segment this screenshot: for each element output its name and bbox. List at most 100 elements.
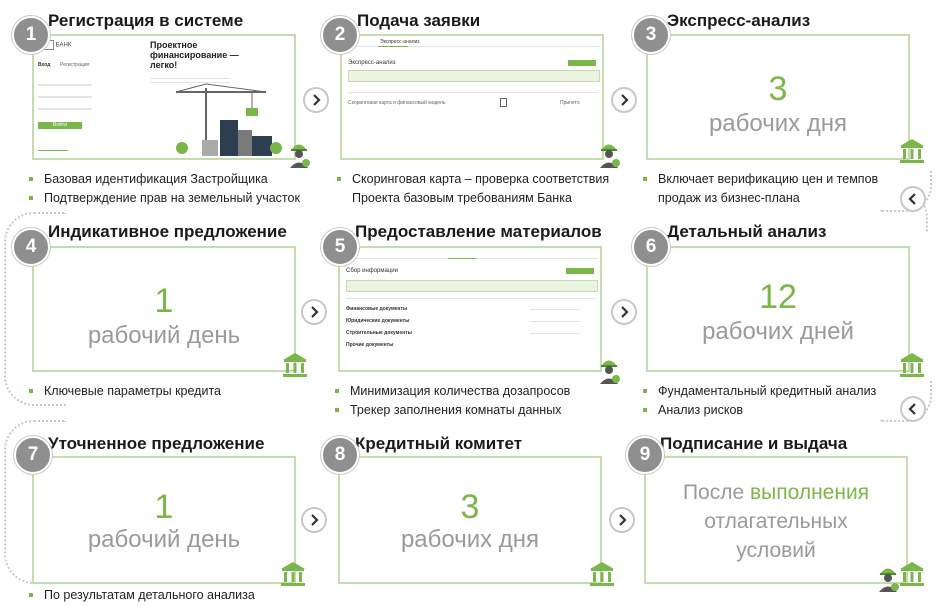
screen-footer-line — [38, 150, 68, 151]
bullet: Фундаментальный кредитный анализ — [642, 382, 876, 401]
step-8-value: 3 — [460, 488, 480, 526]
step-7-title: Уточненное предложение — [48, 434, 265, 453]
step-9-conditions: После выполнения отлагательных условий — [646, 478, 906, 565]
chevron-right-icon — [621, 306, 629, 318]
bank-building-icon — [590, 562, 614, 586]
step-3-panel: 3 рабочих дня — [646, 34, 910, 160]
next-arrow-4[interactable] — [611, 299, 637, 325]
bullet-continuation: Проекта базовым требованиям Банка — [352, 191, 572, 205]
next-arrow-3[interactable] — [301, 299, 327, 325]
bullet: Включает верификацию цен и темпов — [642, 170, 878, 189]
next-arrow-6[interactable] — [609, 507, 635, 533]
promo-line3: легко! — [150, 60, 178, 70]
step-6-bullets: Фундаментальный кредитный анализ Анализ … — [642, 382, 876, 420]
screen-info-box — [346, 280, 598, 292]
conditions-line3: условий — [736, 539, 816, 562]
step-4-value: 1 — [154, 282, 174, 320]
bullet: Подтверждение прав на земельный участок — [28, 189, 300, 208]
step-6-title: Детальный анализ — [667, 222, 827, 241]
progress-track — [530, 309, 580, 310]
chevron-right-icon — [313, 94, 321, 106]
builder-icon — [879, 568, 899, 592]
screen-action-button — [568, 60, 596, 66]
doc-row: Прочие документы — [346, 342, 394, 348]
step-9-badge: 9 — [626, 436, 664, 474]
screen-login-button: Войти — [38, 122, 82, 129]
promo-line2: финансирование — — [150, 50, 239, 60]
screen-section-title: Экспресс-анализ — [348, 60, 396, 66]
bullet: Базовая идентификация Застройщика — [28, 170, 300, 189]
step-3-badge: 3 — [632, 16, 670, 54]
step-2-title: Подача заявки — [357, 11, 481, 30]
chevron-left-icon — [908, 403, 916, 415]
step-3-value: 3 — [768, 70, 788, 108]
bank-building-icon — [900, 562, 924, 586]
promo-text-1 — [150, 78, 230, 79]
bullet: Минимизация количества дозапросов — [334, 382, 570, 401]
screen-action-button — [566, 268, 594, 274]
screen-promo: Проектное финансирование — легко! — [144, 38, 294, 156]
progress-track — [530, 321, 580, 322]
construction-crane-icon — [175, 83, 282, 156]
step-7-value: 1 — [154, 488, 174, 526]
step-1-badge: 1 — [12, 16, 50, 54]
step-2-badge: 2 — [321, 16, 359, 54]
step-7-badge: 7 — [14, 436, 52, 474]
bullet: Ключевые параметры кредита — [28, 382, 221, 401]
next-arrow-5[interactable] — [301, 507, 327, 533]
bank-building-icon — [281, 562, 305, 586]
next-arrow-1[interactable] — [303, 87, 329, 113]
screen-row-status: Принято — [560, 100, 580, 106]
step-5-panel: Сбор информации Финансовые документы Юри… — [338, 246, 602, 372]
bank-building-icon — [900, 139, 924, 163]
chevron-right-icon — [619, 514, 627, 526]
step-4-badge: 4 — [12, 228, 50, 266]
back-arrow-1[interactable] — [900, 186, 926, 212]
bullet: Трекер заполнения комнаты данных — [334, 401, 570, 420]
builder-icon — [290, 144, 310, 168]
screen-section-title: Сбор информации — [346, 268, 398, 274]
step-1-panel: БАНК Вход Регистрация Войти Проектное фи… — [32, 34, 296, 160]
step-8-title: Кредитный комитет — [355, 434, 523, 453]
step-7-panel: 1 рабочий день — [32, 456, 296, 584]
bank-building-icon — [900, 353, 924, 377]
step-5-badge: 5 — [321, 228, 359, 266]
bullet: Скоринговая карта – проверка соответстви… — [336, 170, 609, 189]
active-tab-underline — [378, 46, 408, 47]
screen-active-tab: Экспресс-анализ — [380, 39, 420, 45]
login-field-3 — [38, 108, 92, 110]
step-7-bullets: По результатам детального анализа — [28, 586, 255, 605]
chevron-right-icon — [621, 94, 629, 106]
doc-row: Финансовые документы — [346, 306, 408, 312]
step-6-badge: 6 — [632, 228, 670, 266]
bank-building-icon — [283, 353, 307, 377]
step-5-title: Предоставление материалов — [355, 222, 602, 241]
step-9-title: Подписание и выдача — [660, 434, 848, 453]
step-6-value: 12 — [759, 278, 797, 316]
screen-info-box — [348, 70, 600, 82]
step-8-unit: рабочих дня — [400, 526, 540, 553]
step-1-bullets: Базовая идентификация Застройщика Подтве… — [28, 170, 300, 208]
back-arrow-2[interactable] — [900, 396, 926, 422]
doc-row: Юридические документы — [346, 318, 410, 324]
conditions-line2: отлагательных — [704, 510, 848, 533]
screen-register-tab: Регистрация — [60, 62, 90, 68]
step-2-bullets: Скоринговая карта – проверка соответстви… — [336, 170, 609, 208]
login-field-2 — [38, 96, 92, 98]
screen-doc-list: Финансовые документы Юридические докумен… — [346, 306, 598, 354]
login-field-1 — [38, 84, 92, 86]
promo-line1: Проектное — [150, 40, 198, 50]
step-6-panel: 12 рабочих дней — [646, 246, 910, 372]
chevron-right-icon — [311, 306, 319, 318]
chevron-right-icon — [311, 514, 319, 526]
step-7-unit: рабочий день — [87, 526, 241, 553]
conditions-line1: После выполнения — [682, 481, 870, 504]
step-8-panel: 3 рабочих дня — [338, 456, 602, 584]
step-2-panel: Экспресс-анализ Экспресс-анализ Скоринго… — [340, 34, 604, 160]
next-arrow-2[interactable] — [611, 87, 637, 113]
step-6-unit: рабочих дней — [702, 318, 854, 345]
step-3-bullets: Включает верификацию цен и темпов продаж… — [642, 170, 878, 208]
bullet: По результатам детального анализа — [28, 586, 255, 605]
screen-filter-line — [346, 298, 596, 299]
bullet-continuation: продаж из бизнес-плана — [658, 191, 800, 205]
